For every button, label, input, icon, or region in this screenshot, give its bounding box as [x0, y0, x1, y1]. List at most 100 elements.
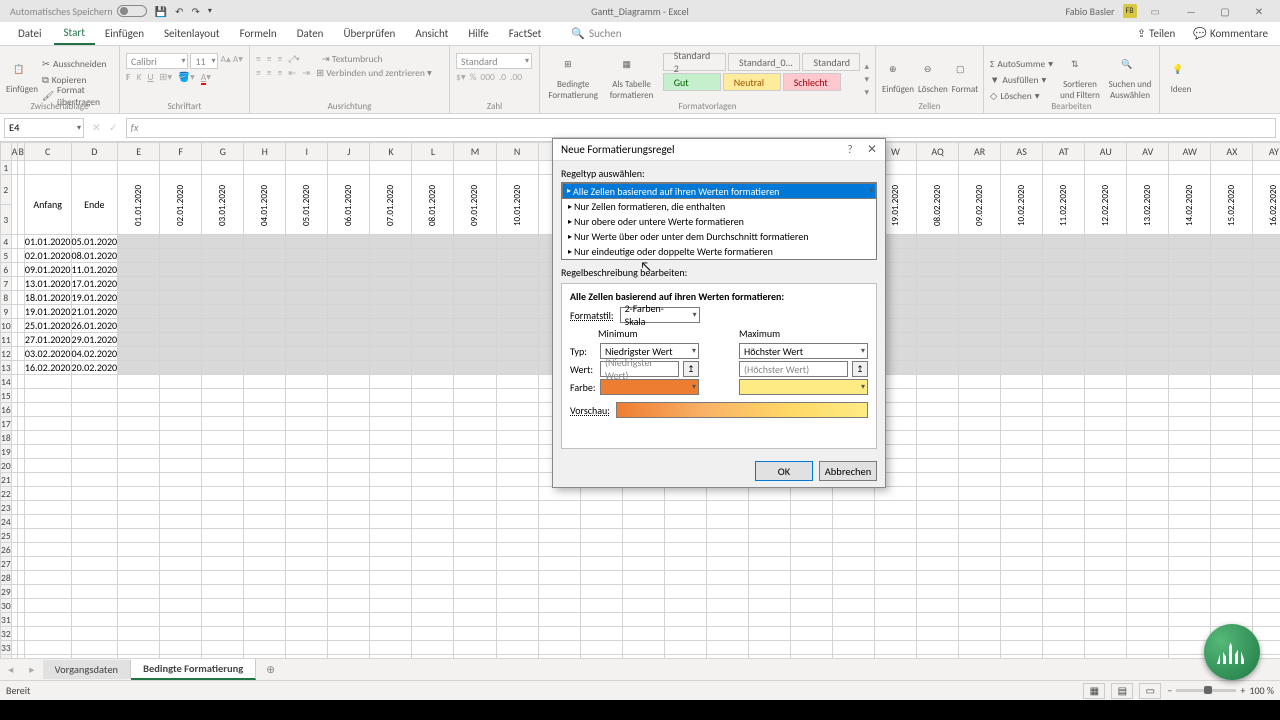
cell-K17[interactable]: [370, 417, 412, 431]
cell-I34[interactable]: [286, 655, 328, 659]
cell-Q23[interactable]: [622, 501, 664, 515]
cell-AQ11[interactable]: [917, 333, 959, 347]
cell-T32[interactable]: [748, 627, 790, 641]
cell-AV30[interactable]: [1127, 599, 1169, 613]
cell-AW21[interactable]: [1169, 473, 1211, 487]
cell-style-std2[interactable]: Standard 2: [663, 53, 726, 71]
cell-T22[interactable]: [748, 487, 790, 501]
cell-R29[interactable]: [664, 585, 706, 599]
cell-C1[interactable]: [24, 161, 71, 175]
cell-T23[interactable]: [748, 501, 790, 515]
cell-T27[interactable]: [748, 557, 790, 571]
cell-K18[interactable]: [370, 431, 412, 445]
cell-AU34[interactable]: [1085, 655, 1127, 659]
cell-G1[interactable]: [202, 161, 244, 175]
cell-K14[interactable]: [370, 375, 412, 389]
cell-Q24[interactable]: [622, 515, 664, 529]
cell-C17[interactable]: [24, 417, 71, 431]
col-header-AY[interactable]: AY: [1253, 143, 1280, 161]
cell-A15[interactable]: [11, 389, 18, 403]
cell-K27[interactable]: [370, 557, 412, 571]
cell-style-std0[interactable]: Standard_0…: [728, 53, 800, 71]
autosave-toggle[interactable]: Automatisches Speichern: [10, 5, 147, 18]
cell-I4[interactable]: [286, 235, 328, 249]
cell-AR4[interactable]: [959, 235, 1001, 249]
cell-AT26[interactable]: [1043, 543, 1085, 557]
cell-V23[interactable]: [832, 501, 874, 515]
cell-AV4[interactable]: [1127, 235, 1169, 249]
cell-I8[interactable]: [286, 291, 328, 305]
cell-AX29[interactable]: [1211, 585, 1253, 599]
row-header-29[interactable]: 29: [1, 585, 12, 599]
cell-F32[interactable]: [160, 627, 202, 641]
cell-AT30[interactable]: [1043, 599, 1085, 613]
cell-N33[interactable]: [496, 641, 538, 655]
cell-G25[interactable]: [202, 529, 244, 543]
cell-D9[interactable]: 21.01.2020: [71, 305, 118, 319]
cell-J2[interactable]: 06.01.2020: [328, 175, 370, 235]
cell-AR18[interactable]: [959, 431, 1001, 445]
cell-W27[interactable]: [874, 557, 916, 571]
cell-G2[interactable]: 03.01.2020: [202, 175, 244, 235]
cell-AU20[interactable]: [1085, 459, 1127, 473]
cell-AU21[interactable]: [1085, 473, 1127, 487]
cell-AX8[interactable]: [1211, 291, 1253, 305]
cell-J6[interactable]: [328, 263, 370, 277]
cell-R33[interactable]: [664, 641, 706, 655]
cell-P24[interactable]: [580, 515, 622, 529]
cell-H27[interactable]: [244, 557, 286, 571]
cell-M16[interactable]: [454, 403, 496, 417]
cell-U28[interactable]: [790, 571, 832, 585]
cell-AQ22[interactable]: [917, 487, 959, 501]
cell-I29[interactable]: [286, 585, 328, 599]
cell-N27[interactable]: [496, 557, 538, 571]
cell-AW4[interactable]: [1169, 235, 1211, 249]
cell-AX4[interactable]: [1211, 235, 1253, 249]
cell-K29[interactable]: [370, 585, 412, 599]
cell-C28[interactable]: [24, 571, 71, 585]
cell-H6[interactable]: [244, 263, 286, 277]
cell-AV21[interactable]: [1127, 473, 1169, 487]
cell-E5[interactable]: [118, 249, 160, 263]
cell-AS21[interactable]: [1001, 473, 1043, 487]
cell-V25[interactable]: [832, 529, 874, 543]
cell-F24[interactable]: [160, 515, 202, 529]
cell-AQ7[interactable]: [917, 277, 959, 291]
cell-AU5[interactable]: [1085, 249, 1127, 263]
cell-C9[interactable]: 19.01.2020: [24, 305, 71, 319]
cell-I18[interactable]: [286, 431, 328, 445]
row-header-32[interactable]: 32: [1, 627, 12, 641]
cell-S31[interactable]: [706, 613, 748, 627]
tab-review[interactable]: Überprüfen: [333, 23, 405, 44]
cell-Q27[interactable]: [622, 557, 664, 571]
cell-AU18[interactable]: [1085, 431, 1127, 445]
cell-AR16[interactable]: [959, 403, 1001, 417]
cell-AQ34[interactable]: [917, 655, 959, 659]
cell-AT4[interactable]: [1043, 235, 1085, 249]
cell-W30[interactable]: [874, 599, 916, 613]
cell-A26[interactable]: [11, 543, 18, 557]
cell-style-std[interactable]: Standard: [802, 53, 860, 71]
cell-AT25[interactable]: [1043, 529, 1085, 543]
cell-D23[interactable]: [71, 501, 118, 515]
cell-M19[interactable]: [454, 445, 496, 459]
cell-H17[interactable]: [244, 417, 286, 431]
cell-K4[interactable]: [370, 235, 412, 249]
cell-R31[interactable]: [664, 613, 706, 627]
cell-F18[interactable]: [160, 431, 202, 445]
cell-F2[interactable]: 02.01.2020: [160, 175, 202, 235]
cell-U29[interactable]: [790, 585, 832, 599]
cell-AS11[interactable]: [1001, 333, 1043, 347]
cell-A31[interactable]: [11, 613, 18, 627]
cell-J13[interactable]: [328, 361, 370, 375]
style-more-down-icon[interactable]: ▾: [864, 74, 869, 85]
cell-H32[interactable]: [244, 627, 286, 641]
cell-H31[interactable]: [244, 613, 286, 627]
cell-I23[interactable]: [286, 501, 328, 515]
cell-AX12[interactable]: [1211, 347, 1253, 361]
cell-AY6[interactable]: [1253, 263, 1280, 277]
cell-AT23[interactable]: [1043, 501, 1085, 515]
cell-AT7[interactable]: [1043, 277, 1085, 291]
cell-AR5[interactable]: [959, 249, 1001, 263]
cell-AT15[interactable]: [1043, 389, 1085, 403]
